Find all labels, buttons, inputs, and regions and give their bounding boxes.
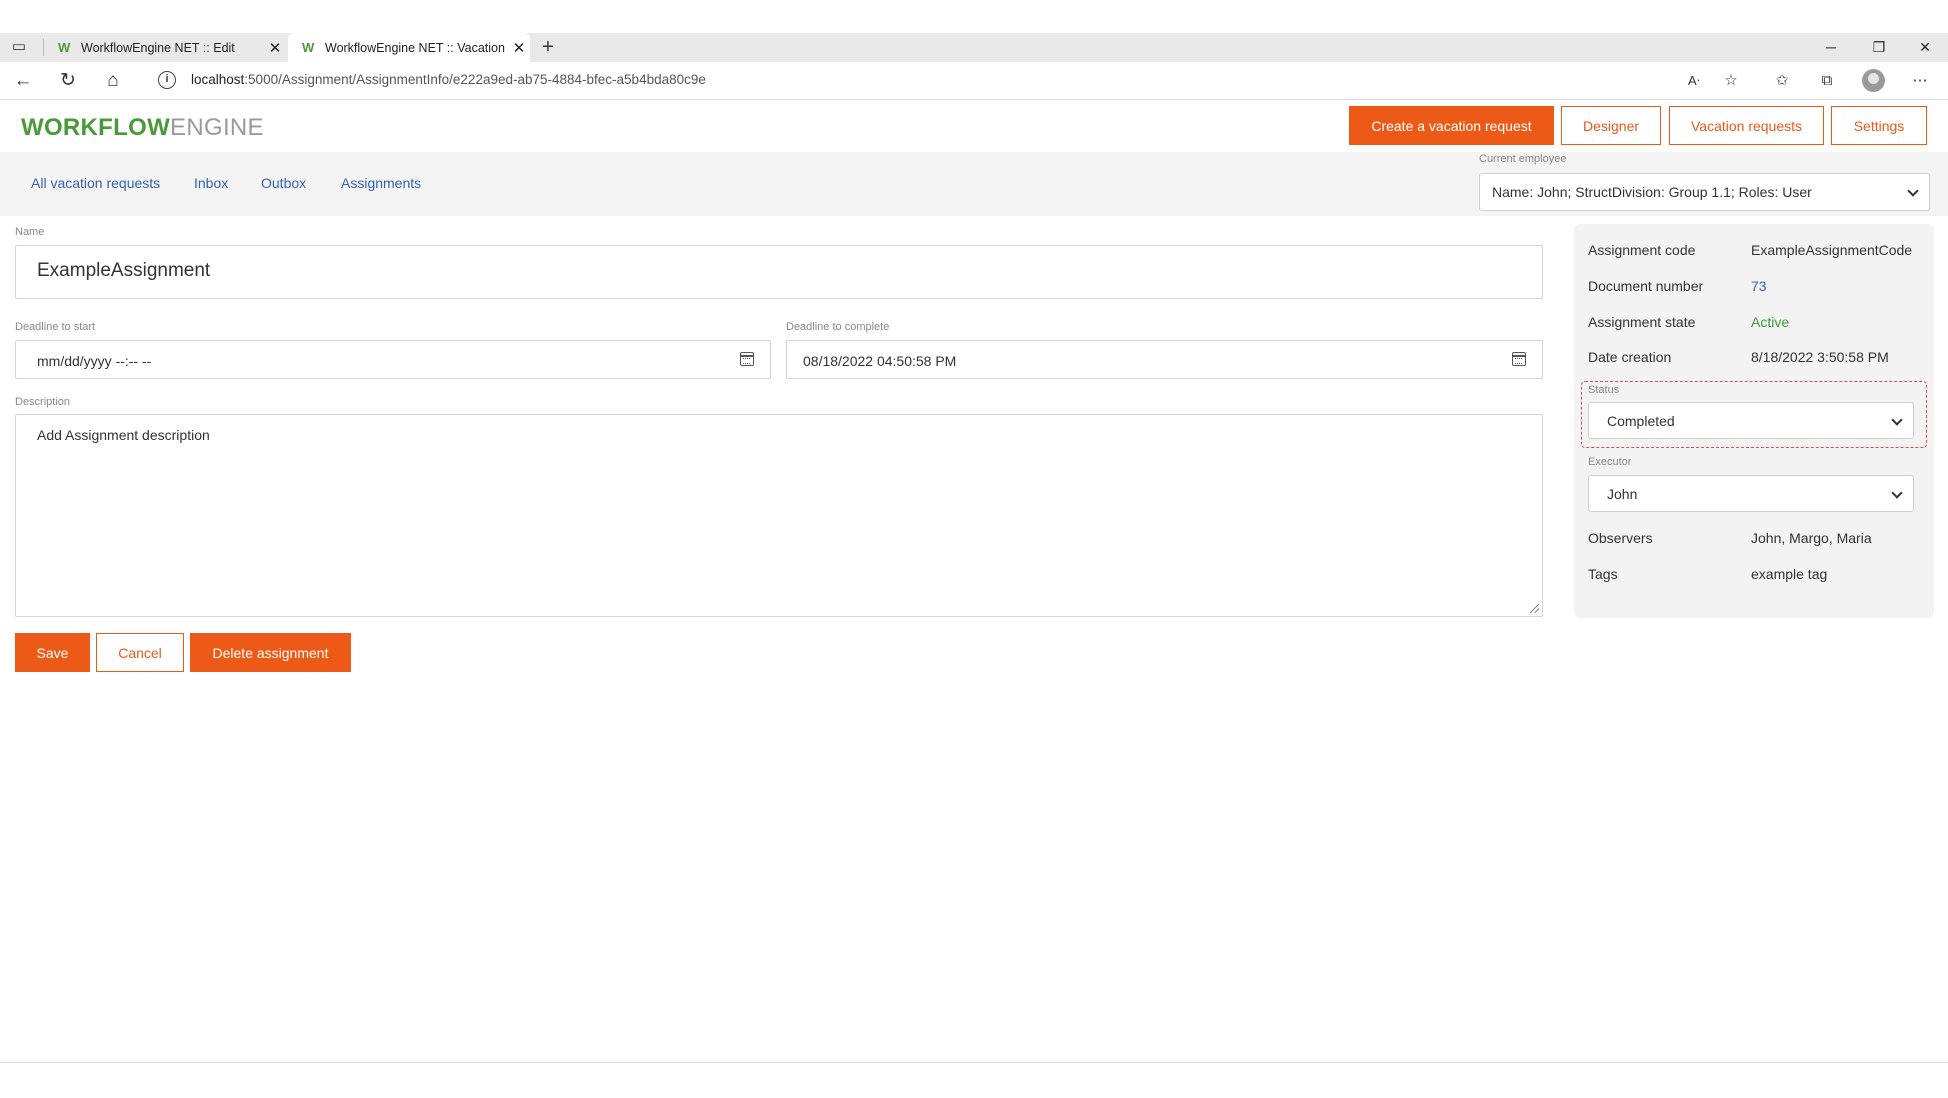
chevron-down-icon bbox=[1907, 185, 1919, 197]
vacation-requests-button[interactable]: Vacation requests bbox=[1669, 106, 1824, 145]
close-window-icon[interactable]: ✕ bbox=[1902, 33, 1948, 62]
name-label: Name bbox=[15, 226, 45, 238]
nav-all-vacation-requests[interactable]: All vacation requests bbox=[31, 175, 160, 191]
footer-divider bbox=[0, 1062, 1948, 1063]
deadline-start-label: Deadline to start bbox=[15, 321, 96, 333]
executor-value: John bbox=[1607, 485, 1638, 502]
tab-actions-icon[interactable]: ▭ bbox=[7, 35, 31, 59]
delete-assignment-button[interactable]: Delete assignment bbox=[190, 633, 351, 672]
executor-select[interactable]: John bbox=[1588, 475, 1914, 512]
nav-inbox[interactable]: Inbox bbox=[194, 175, 228, 191]
resize-handle-icon[interactable] bbox=[1530, 604, 1539, 613]
status-select[interactable]: Completed bbox=[1588, 402, 1914, 439]
nav-assignments[interactable]: Assignments bbox=[341, 175, 421, 191]
read-aloud-icon[interactable]: Aᐧ bbox=[1683, 70, 1705, 92]
favorites-icon[interactable]: ✩ bbox=[1771, 70, 1793, 92]
cancel-button[interactable]: Cancel bbox=[96, 633, 184, 672]
save-button[interactable]: Save bbox=[15, 633, 90, 672]
create-vacation-request-button[interactable]: Create a vacation request bbox=[1349, 106, 1554, 145]
observers-value: John, Margo, Maria bbox=[1751, 530, 1872, 546]
tab-strip: ▭ W WorkflowEngine NET :: Edit ✕ W Workf… bbox=[0, 33, 1948, 62]
deadline-complete-value: 08/18/2022 04:50:58 PM bbox=[803, 353, 957, 369]
collections-icon[interactable]: ⧉ bbox=[1816, 70, 1838, 92]
name-input[interactable]: ExampleAssignment bbox=[15, 245, 1543, 299]
tags-label: Tags bbox=[1588, 566, 1618, 582]
site-info-icon[interactable]: i bbox=[158, 71, 176, 89]
tab-vacation[interactable]: W WorkflowEngine NET :: Vacation ✕ bbox=[288, 33, 530, 62]
close-tab-icon[interactable]: ✕ bbox=[508, 39, 530, 57]
logo-bold: WORKFLOW bbox=[21, 114, 171, 141]
current-employee-label: Current employee bbox=[1479, 153, 1567, 165]
refresh-icon[interactable]: ↻ bbox=[56, 69, 80, 93]
status-label: Status bbox=[1588, 384, 1620, 396]
tags-value: example tag bbox=[1751, 566, 1828, 582]
more-menu-icon[interactable]: ⋯ bbox=[1909, 70, 1931, 92]
tab-title: WorkflowEngine NET :: Vacation bbox=[325, 40, 505, 55]
current-employee-select[interactable]: Name: John; StructDivision: Group 1.1; R… bbox=[1479, 173, 1930, 211]
workflow-favicon-icon: W bbox=[302, 39, 315, 55]
browser-window: ▭ W WorkflowEngine NET :: Edit ✕ W Workf… bbox=[0, 0, 1948, 1098]
chevron-down-icon bbox=[1891, 413, 1903, 426]
deadline-complete-label: Deadline to complete bbox=[786, 321, 890, 333]
designer-button[interactable]: Designer bbox=[1561, 106, 1661, 145]
home-icon[interactable]: ⌂ bbox=[101, 69, 125, 93]
tab-edit[interactable]: W WorkflowEngine NET :: Edit ✕ bbox=[44, 33, 286, 62]
new-tab-icon[interactable]: + bbox=[536, 35, 560, 59]
profile-avatar[interactable] bbox=[1862, 69, 1885, 92]
document-number-label: Document number bbox=[1588, 278, 1704, 294]
description-label: Description bbox=[15, 396, 71, 408]
logo-light: ENGINE bbox=[170, 114, 264, 141]
executor-label: Executor bbox=[1588, 456, 1632, 468]
date-creation-label: Date creation bbox=[1588, 349, 1672, 365]
back-icon[interactable]: ← bbox=[11, 69, 35, 93]
assignment-code-value: ExampleAssignmentCode bbox=[1751, 242, 1913, 258]
assignment-state-value: Active bbox=[1751, 314, 1790, 330]
tab-title: WorkflowEngine NET :: Edit bbox=[81, 40, 235, 55]
restore-icon[interactable]: ❐ bbox=[1856, 33, 1902, 62]
document-number-link[interactable]: 73 bbox=[1751, 278, 1767, 294]
assignment-code-label: Assignment code bbox=[1588, 242, 1696, 258]
address-bar: ← ↻ ⌂ i localhost:5000/Assignment/Assign… bbox=[0, 62, 1948, 100]
settings-button[interactable]: Settings bbox=[1831, 106, 1927, 145]
date-creation-value: 8/18/2022 3:50:58 PM bbox=[1751, 349, 1889, 365]
url-host: localhost bbox=[191, 72, 245, 87]
assignment-state-label: Assignment state bbox=[1588, 314, 1696, 330]
deadline-start-input[interactable]: mm/dd/yyyy --:-- -- bbox=[15, 340, 771, 379]
calendar-icon[interactable] bbox=[1512, 352, 1526, 366]
description-value: Add Assignment description bbox=[37, 427, 210, 443]
assignment-details-panel: Assignment code ExampleAssignmentCode Do… bbox=[1574, 224, 1934, 618]
close-tab-icon[interactable]: ✕ bbox=[264, 39, 286, 57]
nav-outbox[interactable]: Outbox bbox=[261, 175, 306, 191]
calendar-icon[interactable] bbox=[740, 352, 754, 366]
workflow-favicon-icon: W bbox=[58, 39, 71, 55]
status-value: Completed bbox=[1607, 412, 1675, 429]
minimize-icon[interactable]: ─ bbox=[1808, 33, 1854, 62]
current-employee-value: Name: John; StructDivision: Group 1.1; R… bbox=[1492, 184, 1812, 200]
name-value: ExampleAssignment bbox=[37, 260, 211, 281]
description-textarea[interactable]: Add Assignment description bbox=[15, 414, 1543, 617]
deadline-complete-input[interactable]: 08/18/2022 04:50:58 PM bbox=[786, 340, 1543, 379]
url-field[interactable]: localhost:5000/Assignment/AssignmentInfo… bbox=[191, 72, 706, 87]
observers-label: Observers bbox=[1588, 530, 1653, 546]
url-path: :5000/Assignment/AssignmentInfo/e222a9ed… bbox=[244, 72, 706, 87]
add-favorite-icon[interactable]: ☆ bbox=[1720, 70, 1742, 92]
chevron-down-icon bbox=[1891, 486, 1903, 499]
deadline-start-value: mm/dd/yyyy --:-- -- bbox=[37, 353, 152, 369]
workflow-engine-logo[interactable]: WORKFLOWENGINE bbox=[21, 114, 264, 142]
